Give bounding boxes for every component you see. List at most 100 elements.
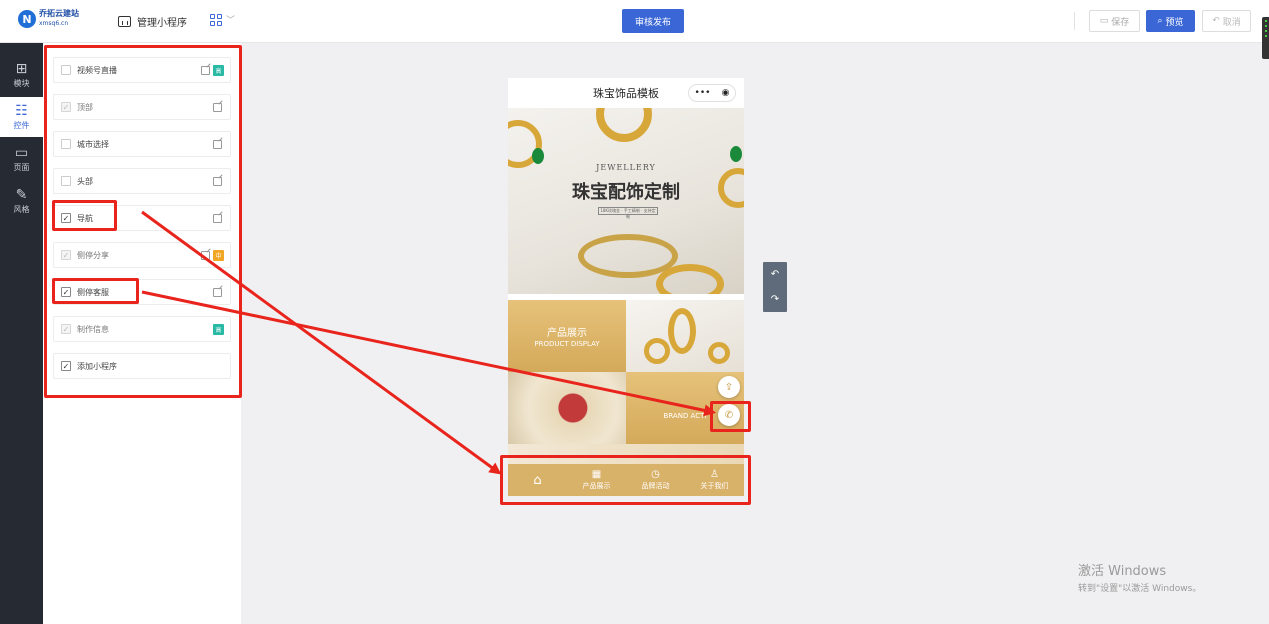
- undo-icon: ↶: [1212, 16, 1220, 26]
- mini-program-capsule[interactable]: ••• ◉: [688, 84, 736, 102]
- plus-square-icon: ⊞: [15, 60, 28, 77]
- component-row-side-share[interactable]: ✓ 侧停分享 中: [53, 242, 231, 268]
- phone-page-title: 珠宝饰品模板: [593, 87, 659, 100]
- component-row-top[interactable]: ✓ 顶部: [53, 94, 231, 120]
- preview-button[interactable]: ⌕ 预览: [1146, 10, 1195, 32]
- checkbox[interactable]: ✓: [61, 250, 71, 260]
- grid-icon: ▦: [591, 469, 602, 480]
- undo-button[interactable]: ↶: [763, 262, 787, 287]
- checkbox[interactable]: [61, 176, 71, 186]
- phone-icon: ✆: [724, 409, 734, 421]
- cancel-button[interactable]: ↶ 取消: [1202, 10, 1251, 32]
- close-target-icon[interactable]: ◉: [722, 88, 730, 98]
- top-bar: N 乔拓云建站 xmsq6.cn 管理小程序 ﹀ 审核发布 ▭ 保存 ⌕ 预览 …: [0, 0, 1269, 59]
- sidebar-item-label: 风格: [13, 204, 30, 214]
- component-label: 侧停分享: [77, 250, 109, 260]
- magic-wand-icon: ✎: [15, 186, 28, 203]
- sidebar-item-label: 控件: [13, 120, 30, 130]
- edit-icon[interactable]: [213, 177, 222, 186]
- sidebar-item-modules[interactable]: ⊞ 模块: [0, 55, 43, 95]
- windows-activation-watermark: 激活 Windows 转到"设置"以激活 Windows。: [1078, 560, 1201, 594]
- tab-label: 关于我们: [700, 482, 729, 490]
- sidebar-item-label: 页面: [13, 162, 30, 172]
- component-row-add-mini-program[interactable]: ✓ 添加小程序: [53, 353, 231, 379]
- ring-image: [644, 338, 670, 364]
- share-icon: ⇪: [724, 381, 734, 393]
- checkbox[interactable]: ✓: [61, 213, 71, 223]
- undo-redo-toolbar: ↶ ↷: [763, 262, 787, 312]
- edit-icon[interactable]: [213, 140, 222, 149]
- product-display-tile[interactable]: 产品展示 PRODUCT DISPLAY: [508, 300, 626, 372]
- more-icon[interactable]: •••: [695, 88, 711, 98]
- edit-icon[interactable]: [213, 288, 222, 297]
- logo-name: 乔拓云建站: [39, 9, 79, 18]
- redo-button[interactable]: ↷: [763, 287, 787, 312]
- watermark-subtitle: 转到"设置"以激活 Windows。: [1078, 584, 1202, 594]
- sidebar-item-pages[interactable]: ▭ 页面: [0, 139, 43, 179]
- save-button[interactable]: ▭ 保存: [1089, 10, 1140, 32]
- checkbox[interactable]: ✓: [61, 361, 71, 371]
- banner-image[interactable]: JEWELLERY 珠宝配饰定制 18K玫瑰金 · 手工精制 · 支持定制: [508, 108, 744, 294]
- apps-grid-icon: [210, 13, 222, 26]
- customer-service-float-button[interactable]: ✆: [718, 404, 740, 426]
- tab-home[interactable]: ⌂: [508, 464, 567, 496]
- manage-mini-program-button[interactable]: 管理小程序: [118, 14, 187, 29]
- component-label: 顶部: [77, 102, 93, 112]
- banner-english-title: JEWELLERY: [596, 163, 656, 172]
- emerald-image: [730, 146, 742, 162]
- level-tag: 中: [213, 250, 224, 261]
- sliders-icon: ☷: [15, 102, 28, 119]
- side-widget-tab[interactable]: [1262, 17, 1269, 59]
- logo-mark: N: [18, 10, 36, 28]
- share-float-button[interactable]: ⇪: [718, 376, 740, 398]
- chart-icon: [118, 16, 131, 27]
- clock-icon: ◷: [651, 469, 660, 480]
- sidebar-item-style[interactable]: ✎ 风格: [0, 181, 43, 221]
- component-row-video-live[interactable]: 视频号直播 高: [53, 57, 231, 83]
- component-row-side-service[interactable]: ✓ 侧停客服: [53, 279, 231, 305]
- header-divider: [1074, 12, 1075, 30]
- sidebar-item-controls[interactable]: ☷ 控件: [0, 97, 43, 137]
- logo[interactable]: N 乔拓云建站 xmsq6.cn: [18, 9, 79, 29]
- home-icon: ⌂: [533, 472, 542, 488]
- component-label: 添加小程序: [77, 361, 117, 371]
- save-icon: ▭: [1099, 16, 1109, 26]
- checkbox[interactable]: [61, 139, 71, 149]
- tab-products[interactable]: ▦ 产品展示: [567, 464, 626, 496]
- manage-mini-program-label: 管理小程序: [137, 18, 187, 29]
- ring-image: [656, 264, 724, 294]
- edit-icon[interactable]: [201, 251, 210, 260]
- component-label: 导航: [77, 213, 93, 223]
- watermark-title: 激活 Windows: [1078, 564, 1167, 579]
- logo-domain: xmsq6.cn: [39, 20, 69, 27]
- tab-label: 产品展示: [582, 482, 611, 490]
- component-row-city-select[interactable]: 城市选择: [53, 131, 231, 157]
- edit-icon[interactable]: [213, 103, 222, 112]
- checkbox[interactable]: ✓: [61, 102, 71, 112]
- ring-image: [668, 308, 696, 354]
- component-row-made-info[interactable]: ✓ 制作信息 高: [53, 316, 231, 342]
- preview-label: 预览: [1165, 17, 1184, 28]
- checkbox[interactable]: ✓: [61, 287, 71, 297]
- edit-icon[interactable]: [201, 66, 210, 75]
- rings-photo-tile[interactable]: [626, 300, 744, 372]
- edit-icon[interactable]: [213, 214, 222, 223]
- phone-title-bar: 珠宝饰品模板 ••• ◉: [508, 78, 744, 108]
- tab-about-us[interactable]: ♙ 关于我们: [685, 464, 744, 496]
- ruby-photo-tile[interactable]: [508, 372, 626, 444]
- banner-subtitle: 18K玫瑰金 · 手工精制 · 支持定制: [598, 207, 658, 219]
- ring-image: [708, 342, 730, 364]
- component-row-header[interactable]: 头部: [53, 168, 231, 194]
- ring-image: [596, 108, 652, 142]
- publish-button[interactable]: 审核发布: [622, 9, 684, 33]
- checkbox[interactable]: [61, 65, 71, 75]
- emerald-image: [532, 148, 544, 164]
- checkbox[interactable]: ✓: [61, 324, 71, 334]
- page-icon: ▭: [14, 144, 29, 161]
- undo-icon: ↶: [770, 269, 780, 280]
- component-row-navigation[interactable]: ✓ 导航: [53, 205, 231, 231]
- component-label: 侧停客服: [77, 287, 109, 297]
- tab-brand-activity[interactable]: ◷ 品牌活动: [626, 464, 685, 496]
- premium-tag: 高: [213, 65, 224, 76]
- apps-menu-button[interactable]: ﹀: [210, 13, 235, 26]
